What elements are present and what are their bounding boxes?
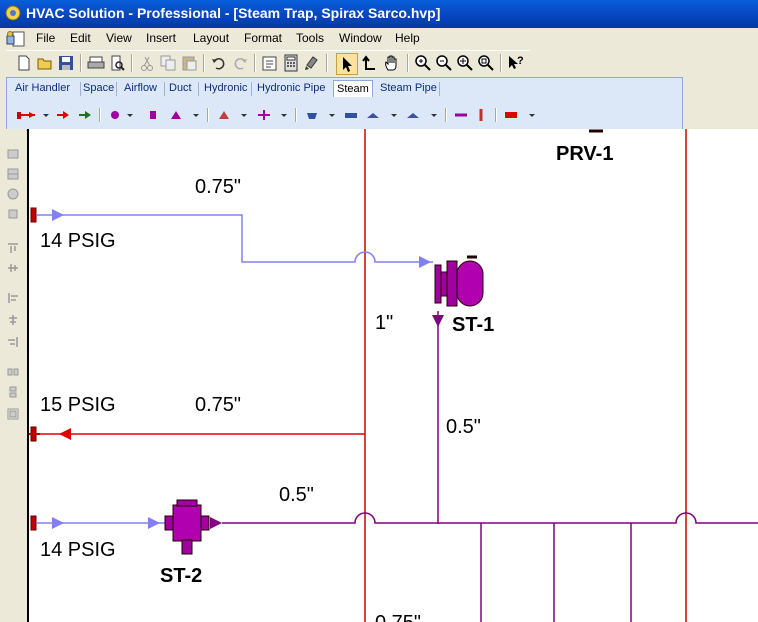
menu-help[interactable]: Help	[395, 31, 420, 45]
space-vertical-icon[interactable]	[6, 385, 20, 399]
steam-component-icons	[7, 102, 682, 128]
undo-icon[interactable]	[209, 53, 229, 73]
lp-steam-source-top	[30, 207, 37, 223]
space-horizontal-icon[interactable]	[6, 365, 20, 379]
lp-steam-source-bottom	[30, 515, 37, 531]
air-handler-icon[interactable]	[6, 147, 20, 161]
trap-float-icon[interactable]	[167, 107, 203, 123]
pipe-size-label-cond: 0.5"	[446, 416, 481, 438]
zoom-extents-icon[interactable]	[455, 53, 475, 73]
hp-steam-arrow	[59, 428, 71, 440]
title-bar: HVAC Solution - Professional - [Steam Tr…	[0, 0, 758, 28]
zoom-window-icon[interactable]	[476, 53, 496, 73]
document-icon[interactable]	[4, 30, 28, 48]
unit-heater-icon[interactable]	[343, 107, 359, 123]
tank-icon[interactable]	[503, 107, 539, 123]
pipe-size-label-bottom: 0.5"	[279, 484, 314, 506]
prv1-label: PRV-1	[556, 143, 613, 165]
calculator-icon[interactable]	[281, 53, 301, 73]
component-tabs: Air Handler Space Airflow Duct Hydronic …	[7, 78, 682, 100]
pipe-size-label-top: 0.75"	[195, 176, 241, 198]
help-pointer-icon[interactable]: ?	[506, 53, 526, 73]
coil-icon[interactable]	[405, 107, 441, 123]
source-pressure-label-top: 14 PSIG	[40, 230, 116, 252]
menu-tools[interactable]: Tools	[296, 31, 324, 45]
paint-icon[interactable]	[302, 53, 322, 73]
component-toolbar: Air Handler Space Airflow Duct Hydronic …	[6, 77, 683, 131]
steam-trap-st1[interactable]	[434, 255, 484, 307]
radiator-icon[interactable]	[303, 107, 339, 123]
properties-icon[interactable]	[260, 53, 280, 73]
tab-duct[interactable]: Duct	[169, 82, 192, 94]
open-icon[interactable]	[35, 53, 55, 73]
tab-hydronic-pipe[interactable]: Hydronic Pipe	[257, 82, 325, 94]
copy-icon[interactable]	[158, 53, 178, 73]
menu-file[interactable]: File	[36, 31, 55, 45]
cut-icon[interactable]	[137, 53, 157, 73]
save-icon[interactable]	[56, 53, 76, 73]
menu-format[interactable]: Format	[244, 31, 282, 45]
filter-icon[interactable]	[6, 207, 20, 221]
source-pressure-label-mid: 15 PSIG	[40, 394, 116, 416]
redo-icon[interactable]	[230, 53, 250, 73]
paste-icon[interactable]	[179, 53, 199, 73]
drawing-canvas[interactable]: 0.75" 14 PSIG 1" ST-1 PRV-1 15 PSIG 0.75…	[27, 129, 758, 622]
tab-airflow[interactable]: Airflow	[124, 82, 157, 94]
print-icon[interactable]	[86, 53, 106, 73]
align-center-icon[interactable]	[6, 313, 20, 327]
pipe-size-label-partial: 0.75"	[375, 612, 421, 622]
print-preview-icon[interactable]	[107, 53, 127, 73]
pointer-icon[interactable]	[336, 53, 358, 75]
tab-steam[interactable]: Steam	[333, 80, 373, 97]
pipe-size-label-mid: 0.75"	[195, 394, 241, 416]
trap-inline-icon[interactable]	[145, 107, 161, 123]
menu-layout[interactable]: Layout	[193, 31, 229, 45]
st2-label: ST-2	[160, 565, 202, 587]
tab-space[interactable]: Space	[83, 82, 114, 94]
vertical-toolbar	[0, 129, 26, 622]
pipe-riser-icon[interactable]	[473, 107, 489, 123]
menu-window[interactable]: Window	[339, 31, 382, 45]
menu-bar: File Edit View Insert Layout Format Tool…	[0, 28, 758, 50]
source-pressure-label-bottom: 14 PSIG	[40, 539, 116, 561]
condensate-main	[222, 512, 758, 524]
strainer-icon[interactable]	[255, 107, 291, 123]
zoom-in-icon[interactable]	[413, 53, 433, 73]
steam-source-icon[interactable]	[15, 107, 51, 123]
window-title: HVAC Solution - Professional - [Steam Tr…	[26, 5, 441, 21]
tab-air-handler[interactable]: Air Handler	[15, 82, 70, 94]
tab-hydronic[interactable]: Hydronic	[204, 82, 247, 94]
menu-insert[interactable]: Insert	[146, 31, 176, 45]
fan-icon[interactable]	[6, 187, 20, 201]
tab-steam-pipe[interactable]: Steam Pipe	[380, 82, 437, 94]
align-left-icon[interactable]	[6, 291, 20, 305]
align-top-icon[interactable]	[6, 241, 20, 255]
steam-trap-st2[interactable]	[164, 499, 210, 555]
pan-icon[interactable]	[382, 53, 402, 73]
pipe-size-label-vertical: 1"	[375, 312, 393, 334]
st1-label: ST-1	[452, 314, 494, 336]
align-right-icon[interactable]	[6, 335, 20, 349]
svg-text:?: ?	[517, 55, 524, 67]
same-size-icon[interactable]	[6, 407, 20, 421]
steam-trap-icon[interactable]	[107, 107, 139, 123]
steam-arrow-icon[interactable]	[55, 107, 71, 123]
condensate-arrow-icon[interactable]	[77, 107, 93, 123]
app-icon	[5, 5, 21, 21]
valve-icon[interactable]	[215, 107, 251, 123]
new-icon[interactable]	[14, 53, 34, 73]
menu-view[interactable]: View	[106, 31, 132, 45]
connector-icon[interactable]	[359, 53, 379, 73]
heat-exchanger-icon[interactable]	[365, 107, 401, 123]
zoom-out-icon[interactable]	[434, 53, 454, 73]
steam-diagram: 0.75" 14 PSIG 1" ST-1 PRV-1 15 PSIG 0.75…	[27, 129, 758, 622]
pipe-segment-icon[interactable]	[453, 107, 469, 123]
align-middle-icon[interactable]	[6, 261, 20, 275]
space-icon[interactable]	[6, 167, 20, 181]
standard-toolbar: ?	[6, 50, 530, 75]
menu-edit[interactable]: Edit	[70, 31, 91, 45]
